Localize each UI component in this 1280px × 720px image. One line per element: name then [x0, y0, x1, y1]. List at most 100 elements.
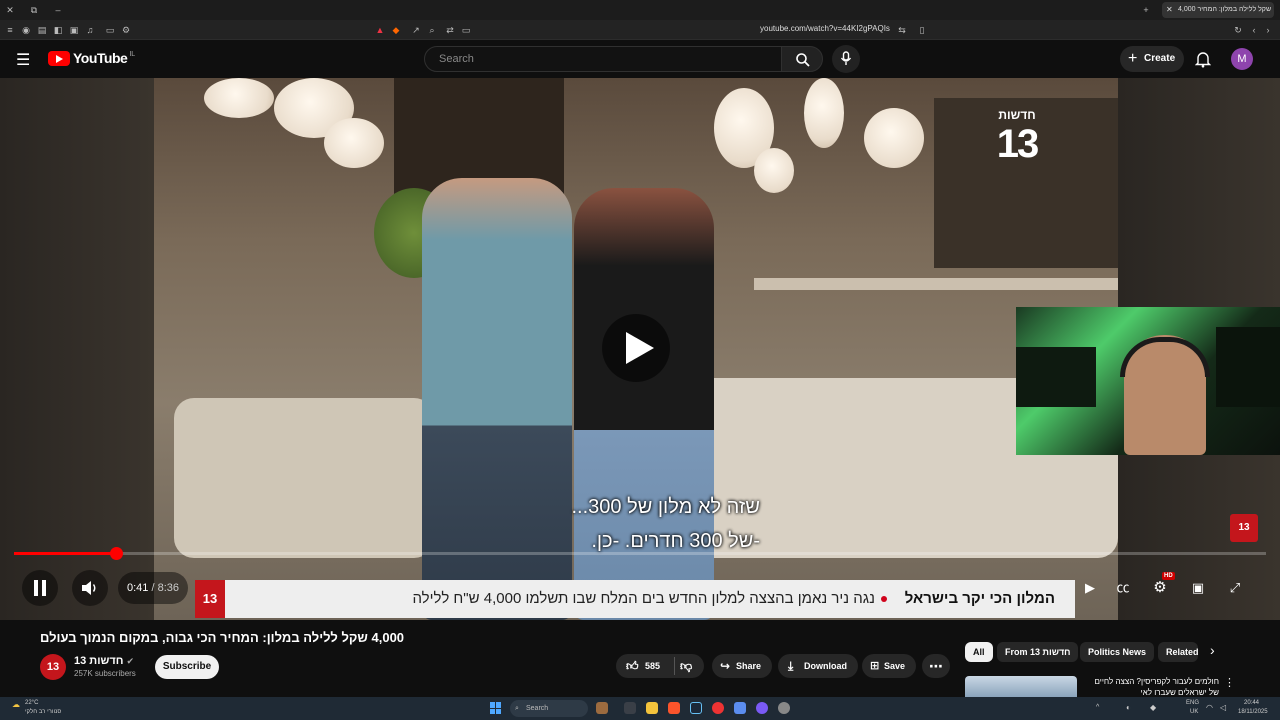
forward-icon[interactable]: › [1262, 24, 1274, 36]
youtube-logo[interactable]: YouTube IL [48, 50, 135, 66]
discord-icon[interactable] [756, 702, 768, 714]
ticker-headline: המלון הכי יקר בישראל [904, 590, 1055, 607]
task-view-icon[interactable] [624, 702, 636, 714]
taskbar-app-icon[interactable] [734, 702, 746, 714]
sidebar-icon[interactable]: ◧ [52, 24, 64, 36]
clock-date[interactable]: 18/11/2025 [1238, 709, 1268, 715]
search-input[interactable]: Search [424, 46, 782, 72]
chip-related[interactable]: Related [1158, 642, 1198, 662]
video-player[interactable]: חדשות 13 שזה לא מלון של 300... -של 300 ח… [0, 78, 1280, 620]
create-button[interactable]: + Create [1120, 46, 1184, 72]
subscribe-button[interactable]: Subscribe [155, 655, 219, 679]
download-button[interactable]: ⤓ Download [778, 654, 858, 678]
tray-chevron-icon[interactable]: ^ [1096, 704, 1099, 711]
brave-shield-icon[interactable]: ◆ [390, 24, 402, 36]
windows-start-icon[interactable] [490, 702, 502, 714]
brave-browser-icon[interactable] [668, 702, 680, 714]
center-play-button[interactable] [602, 314, 670, 382]
share-icon: ↪ [720, 659, 731, 673]
language-bottom[interactable]: UK [1190, 709, 1198, 715]
fullscreen-icon[interactable]: ⤢ [1222, 576, 1248, 600]
share-page-icon[interactable]: ↗ [410, 24, 422, 36]
channel-name-row[interactable]: חדשות 13 ✔ [74, 655, 134, 667]
steam-icon[interactable] [690, 702, 702, 714]
warning-icon[interactable]: ▲ [374, 24, 386, 36]
settings-icon[interactable]: ⚙ [120, 24, 132, 36]
taskbar-app-icon[interactable] [596, 702, 608, 714]
video-side-fill-left [0, 78, 154, 620]
chip-politics-news[interactable]: Politics News [1080, 642, 1155, 662]
clock-time[interactable]: 20:44 [1244, 700, 1259, 706]
search-icon [796, 53, 810, 67]
menu-icon[interactable]: ≡ [4, 24, 16, 36]
pause-button[interactable] [22, 570, 58, 606]
hamburger-menu-icon[interactable]: ☰ [16, 50, 30, 70]
progress-scrubber[interactable] [110, 547, 124, 560]
counter [754, 278, 1118, 290]
new-tab-icon[interactable]: + [1140, 4, 1152, 16]
window-icon[interactable]: ▭ [104, 24, 116, 36]
captions-icon[interactable]: ㏄ [1110, 576, 1136, 600]
more-vertical-icon[interactable]: ⋮ [1224, 676, 1235, 689]
wifi-icon[interactable]: ◠ [1206, 703, 1213, 712]
download-icon: ⤓ [788, 659, 794, 673]
more-actions-button[interactable]: ⋯ [922, 654, 950, 678]
tray-app-icon[interactable]: ◐ [1126, 703, 1131, 712]
close-tab-icon[interactable]: ✕ [1166, 2, 1173, 18]
channel-avatar[interactable]: 13 [40, 654, 66, 680]
translate-icon[interactable]: ⇄ [444, 24, 456, 36]
chip-all[interactable]: All [965, 642, 993, 662]
taskbar-search[interactable]: ⌕ Search [510, 700, 588, 717]
reload-icon[interactable]: ↻ [1232, 24, 1244, 36]
taskbar-app-icon[interactable] [712, 702, 724, 714]
ticker-logo: 13 [195, 580, 225, 618]
autoplay-toggle-icon[interactable]: ▶ [1077, 576, 1103, 600]
microphone-icon [840, 51, 852, 65]
share-button[interactable]: ↪ Share [712, 654, 772, 678]
volume-button[interactable] [72, 570, 108, 606]
browser-tab[interactable]: ✕ 4,000 שקל ללילה במלון: המחיר [1162, 2, 1274, 18]
like-button[interactable]: 👍︎ [626, 654, 639, 678]
tab-title: 4,000 שקל ללילה במלון: המחיר [1178, 6, 1272, 13]
recommended-video-thumbnail[interactable] [965, 676, 1077, 697]
chips-next-icon[interactable]: › [1210, 642, 1215, 658]
minimize-window-icon[interactable]: – [52, 4, 64, 16]
music-icon[interactable]: ♫ [84, 24, 96, 36]
restore-window-icon[interactable]: ⧉ [28, 4, 40, 16]
language-top[interactable]: ENG [1186, 700, 1199, 706]
miniplayer-icon[interactable]: ▣ [1185, 576, 1211, 600]
save-button[interactable]: ⊞ Save [862, 654, 916, 678]
zoom-icon[interactable]: ⌕ [426, 24, 438, 36]
chip-from-channel[interactable]: From 13 חדשות [997, 642, 1079, 662]
bookmark-icon[interactable]: ▯ [916, 24, 928, 36]
headphones [1120, 337, 1210, 377]
extension-icon[interactable]: ◉ [20, 24, 32, 36]
speaker-icon[interactable]: ◁ [1220, 703, 1226, 712]
time-display: 0:41 / 8:36 [118, 572, 188, 604]
channel-name[interactable]: חדשות 13 [74, 655, 123, 667]
cast-icon[interactable]: ▭ [460, 24, 472, 36]
url-text[interactable]: youtube.com/watch?v=44KI2gPAQIs [760, 24, 890, 33]
progress-played [14, 552, 117, 555]
browser-address-bar: ≡ ◉ ▤ ◧ ▣ ♫ ▭ ⚙ ▲ ◆ ↗ ⌕ ⇄ ▭ youtube.com/… [0, 20, 1280, 40]
voice-search-button[interactable] [832, 45, 860, 73]
save-icon: ⊞ [870, 660, 880, 672]
dislike-button[interactable]: 👎︎ [680, 654, 692, 678]
reader-icon[interactable]: ⇆ [896, 24, 908, 36]
back-icon[interactable]: ‹ [1248, 24, 1260, 36]
tray-app-icon[interactable]: ◆ [1150, 703, 1156, 712]
file-explorer-icon[interactable] [646, 702, 658, 714]
save-label: Save [884, 661, 906, 671]
panel-icon[interactable]: ▣ [68, 24, 80, 36]
create-label: Create [1144, 53, 1176, 64]
progress-bar[interactable] [14, 552, 1266, 555]
close-window-icon[interactable]: ✕ [4, 4, 16, 16]
wallet-icon[interactable]: ▤ [36, 24, 48, 36]
settings-app-icon[interactable] [778, 702, 790, 714]
search-button[interactable] [781, 46, 823, 72]
notifications-bell-icon[interactable] [1195, 51, 1211, 68]
recommended-video-title[interactable]: חולמים לעבור לקפריסין? הצצה לחיים של ישר… [1083, 676, 1219, 697]
pendant-lamp [804, 78, 844, 148]
thumbs-up-icon: 👍︎ [626, 659, 639, 673]
account-avatar[interactable]: M [1231, 48, 1253, 70]
